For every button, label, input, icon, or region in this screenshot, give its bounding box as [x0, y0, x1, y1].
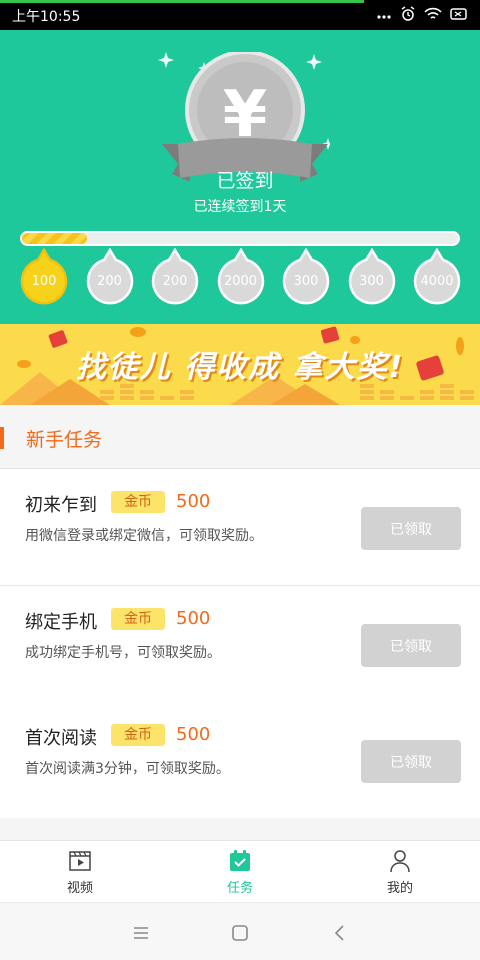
page-load-progress: [0, 0, 364, 3]
coin-badge: 金币: [111, 724, 165, 746]
checkin-progress-bar: [20, 231, 460, 246]
reward-milestone-1: 100: [19, 248, 69, 306]
task-calendar-icon: [230, 850, 250, 871]
wifi-icon: [424, 7, 442, 21]
reward-milestone-3: 200: [150, 248, 200, 306]
claimed-button[interactable]: 已领取: [361, 740, 461, 783]
task-reward: 500: [176, 724, 211, 745]
bottom-tab-bar: 视频 任务 我的: [0, 840, 480, 902]
task-name: 绑定手机: [25, 612, 97, 633]
task-name: 初来乍到: [25, 495, 97, 516]
banner-headline: 找徒儿 得收成 拿大奖!: [75, 350, 405, 385]
back-icon[interactable]: [328, 921, 352, 945]
system-navigation-bar: [0, 902, 480, 960]
checked-in-coin-emblem: ¥ 已签到: [138, 50, 334, 212]
task-row: 绑定手机 金币 500 成功绑定手机号，可领取奖励。 已领取: [0, 586, 480, 703]
home-icon[interactable]: [228, 921, 252, 945]
streak-text: 已连续签到1天: [193, 199, 287, 215]
video-icon: [69, 851, 91, 871]
alarm-icon: [400, 6, 416, 22]
section-header: 新手任务: [0, 405, 480, 469]
reward-value: 100: [31, 274, 57, 289]
battery-icon: [450, 7, 468, 21]
more-dots-icon: [376, 7, 392, 21]
section-title: 新手任务: [26, 429, 103, 451]
reward-milestone-7: 4000: [412, 248, 462, 306]
status-time: 上午10:55: [12, 9, 81, 25]
tab-video[interactable]: 视频: [30, 849, 130, 899]
task-name: 首次阅读: [25, 728, 97, 749]
reward-value: 300: [359, 274, 384, 289]
tab-label: 我的: [386, 881, 413, 896]
task-row: 首次阅读 金币 500 首次阅读满3分钟，可领取奖励。 已领取: [0, 702, 480, 819]
reward-milestone-6: 300: [347, 248, 397, 306]
task-description: 成功绑定手机号，可领取奖励。: [25, 645, 221, 661]
invite-promo-banner[interactable]: 找徒儿 得收成 拿大奖!: [0, 324, 480, 405]
status-bar: 上午10:55: [0, 0, 480, 30]
reward-milestone-4: 2000: [216, 248, 266, 306]
tab-tasks[interactable]: 任务: [190, 849, 290, 899]
reward-milestone-2: 200: [85, 248, 135, 306]
profile-icon: [390, 850, 410, 873]
reward-value: 200: [162, 274, 188, 289]
checkin-progress-fill: [22, 233, 88, 244]
menu-icon[interactable]: [129, 921, 153, 945]
checkin-panel: ¥ 已签到 已连续签到1天 100 200 200 2000 300 300 4000: [0, 30, 480, 324]
claimed-button[interactable]: 已领取: [361, 624, 461, 667]
claimed-button[interactable]: 已领取: [361, 507, 461, 550]
list-bottom-spacer: [0, 818, 480, 840]
task-description: 首次阅读满3分钟，可领取奖励。: [25, 761, 230, 777]
tab-label: 任务: [226, 881, 253, 896]
task-row: 初来乍到 金币 500 用微信登录或绑定微信，可领取奖励。 已领取: [0, 469, 480, 586]
reward-value: 200: [97, 274, 122, 289]
coin-badge: 金币: [111, 491, 165, 513]
checked-in-ribbon-label: 已签到: [216, 170, 274, 192]
task-reward: 500: [176, 608, 211, 629]
tab-profile[interactable]: 我的: [350, 849, 450, 899]
reward-milestones: 100 200 200 2000 300 300 4000: [0, 248, 480, 308]
status-icons: [376, 6, 468, 22]
coin-badge: 金币: [111, 608, 165, 630]
tab-label: 视频: [66, 881, 93, 896]
task-description: 用微信登录或绑定微信，可领取奖励。: [25, 528, 263, 544]
reward-value: 4000: [420, 274, 454, 289]
reward-value: 300: [293, 274, 319, 289]
section-accent-bar: [0, 427, 4, 449]
reward-value: 2000: [223, 274, 258, 289]
reward-milestone-5: 300: [281, 248, 331, 306]
task-reward: 500: [176, 491, 211, 512]
